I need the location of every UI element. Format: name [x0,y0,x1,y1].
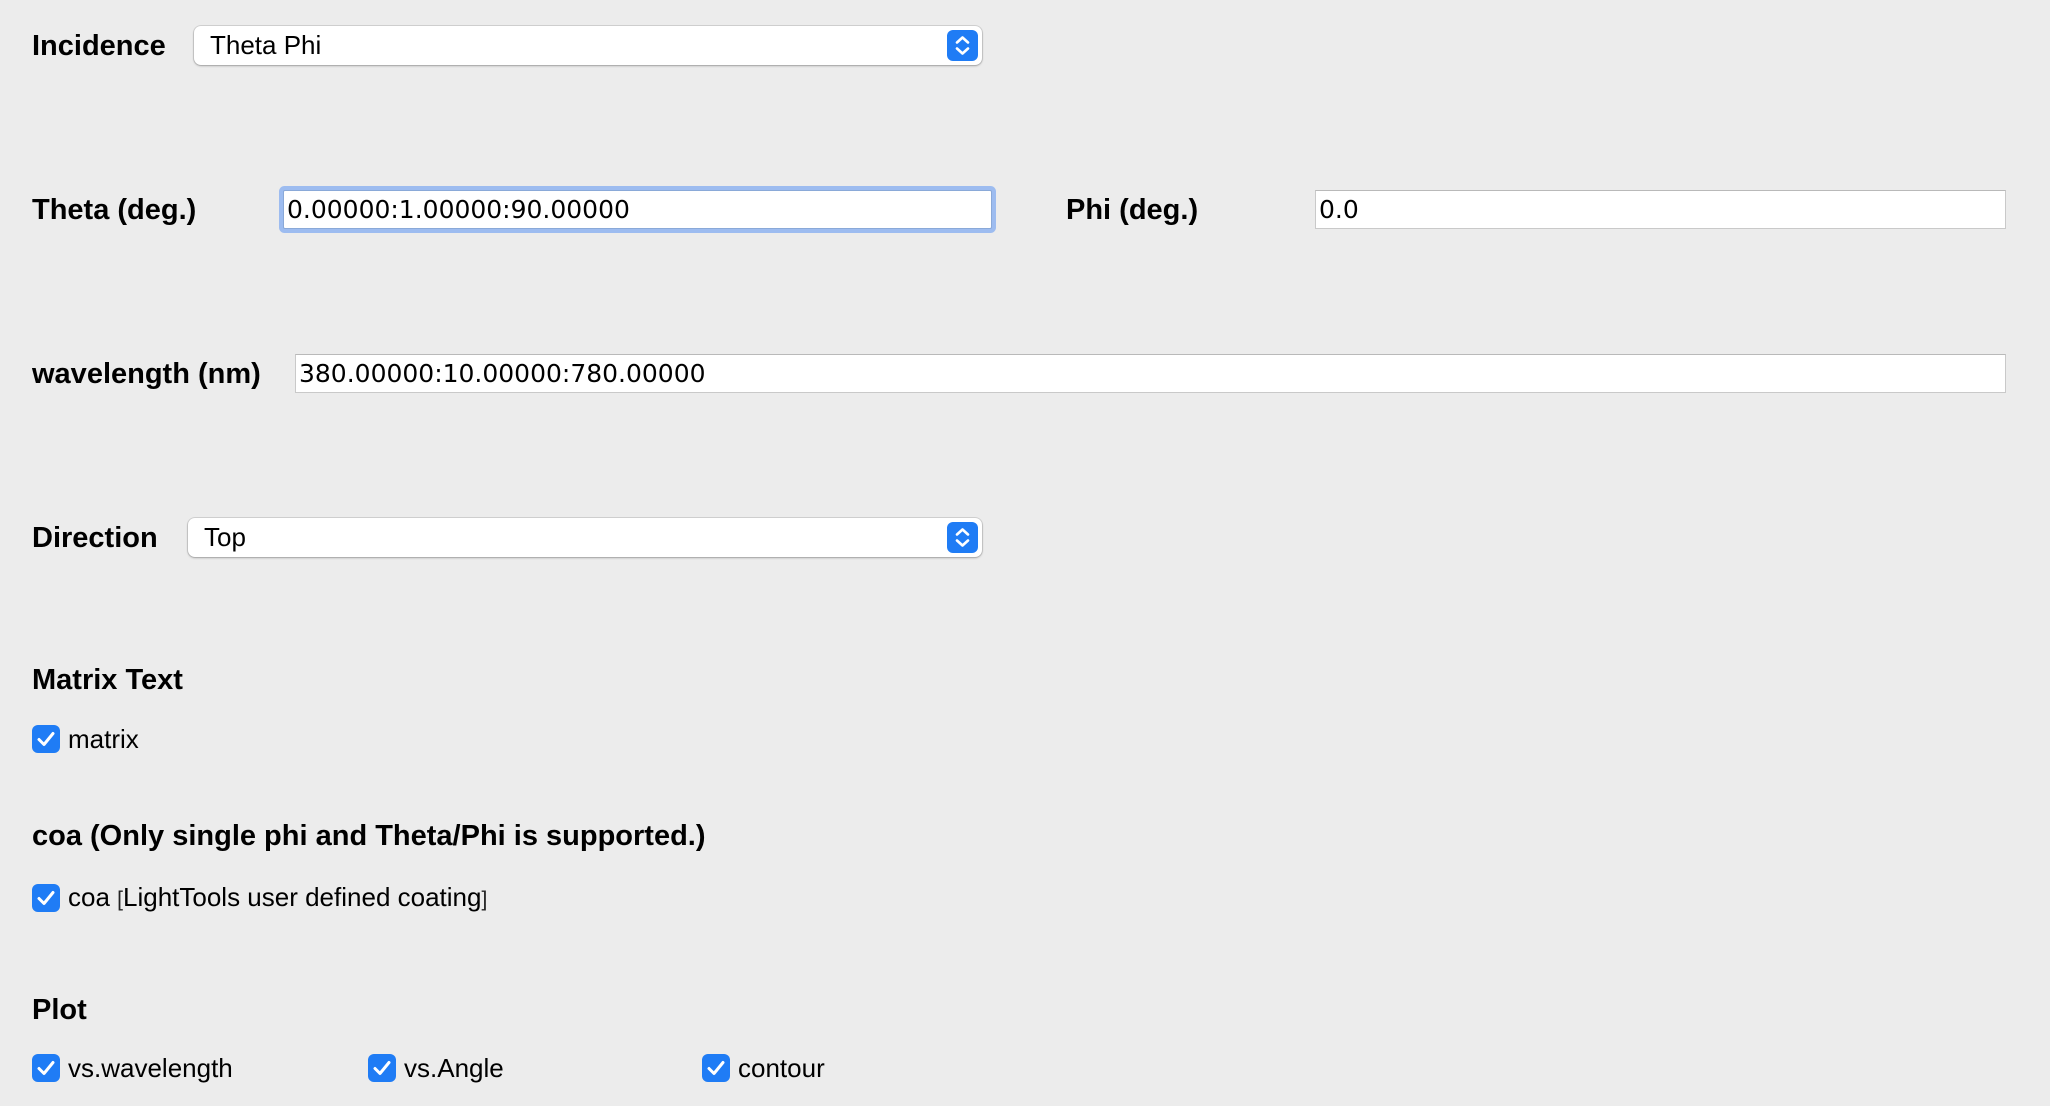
phi-label: Phi (deg.) [1066,194,1199,226]
phi-input[interactable]: 0.0 [1315,190,2006,229]
matrix-checkbox-row[interactable]: matrix [32,723,139,755]
coa-checkbox-text: coa [68,881,110,912]
plot-section-title: Plot [32,994,87,1026]
matrix-section-title: Matrix Text [32,664,183,696]
theta-label: Theta (deg.) [32,194,197,226]
coa-bracket-close: ] [481,887,488,911]
coa-checkbox[interactable] [32,884,60,912]
coa-checkbox-label: coa [LightTools user defined coating] [68,881,487,916]
contour-label: contour [738,1053,825,1083]
vs-angle-checkbox[interactable] [368,1054,396,1082]
plot-option-vs-angle[interactable]: vs.Angle [368,1052,504,1084]
incidence-select[interactable]: Theta Phi [194,26,982,65]
coa-checkbox-row[interactable]: coa [LightTools user defined coating] [32,882,487,914]
matrix-checkbox-label: matrix [68,724,139,754]
direction-select[interactable]: Top [188,518,982,557]
coa-checkbox-note: LightTools user defined coating [123,881,482,912]
wavelength-input[interactable]: 380.00000:10.00000:780.00000 [295,354,2006,393]
incidence-selected-value: Theta Phi [210,30,322,60]
contour-checkbox[interactable] [702,1054,730,1082]
chevron-up-down-icon [947,30,978,61]
vs-wavelength-label: vs.wavelength [68,1053,233,1083]
theta-input[interactable]: 0.00000:1.00000:90.00000 [283,190,992,229]
matrix-checkbox[interactable] [32,725,60,753]
plot-option-contour[interactable]: contour [702,1052,825,1084]
vs-angle-label: vs.Angle [404,1053,504,1083]
vs-wavelength-checkbox[interactable] [32,1054,60,1082]
coa-section-title: coa (Only single phi and Theta/Phi is su… [32,820,706,852]
direction-label: Direction [32,522,158,554]
incidence-label: Incidence [32,30,166,62]
chevron-up-down-icon [947,522,978,553]
plot-option-vs-wavelength[interactable]: vs.wavelength [32,1052,233,1084]
direction-selected-value: Top [204,522,246,552]
wavelength-label: wavelength (nm) [32,358,261,390]
